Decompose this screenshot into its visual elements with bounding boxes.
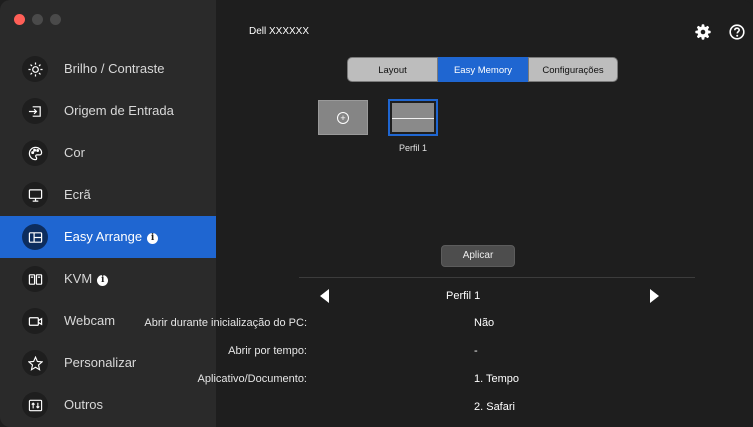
sidebar-item-kvm-text: KVM <box>64 271 93 286</box>
previous-profile-icon[interactable] <box>320 289 329 303</box>
sidebar-item-easy-arrange[interactable]: Easy Arrange i <box>0 216 216 258</box>
sidebar-item-display[interactable]: Ecrã <box>0 174 216 216</box>
tab-configuracoes[interactable]: Configurações <box>528 57 618 82</box>
kvm-icon <box>22 266 48 292</box>
close-window-button[interactable] <box>14 14 25 25</box>
add-profile-button[interactable]: + <box>318 100 368 135</box>
open-on-startup-value: Não <box>474 317 495 329</box>
input-source-icon <box>22 98 48 124</box>
apply-button[interactable]: Aplicar <box>441 245 515 267</box>
easy-arrange-icon <box>22 224 48 250</box>
sidebar-item-label: KVM i <box>64 271 109 286</box>
window-controls <box>14 14 61 25</box>
others-icon <box>22 392 48 418</box>
app-window: Brilho / Contraste Origem de Entrada Cor… <box>0 0 753 427</box>
app-item: 2. Safari <box>474 401 515 413</box>
sun-icon <box>22 56 48 82</box>
info-icon[interactable]: i <box>147 233 159 244</box>
divider <box>299 277 695 278</box>
info-icon[interactable]: i <box>97 275 109 286</box>
display-icon <box>22 182 48 208</box>
sidebar-item-personalize[interactable]: Personalizar <box>0 342 216 384</box>
tab-layout[interactable]: Layout <box>347 57 438 82</box>
sidebar-item-brightness[interactable]: Brilho / Contraste <box>0 48 216 90</box>
sidebar-item-kvm[interactable]: KVM i <box>0 258 216 300</box>
gear-icon[interactable] <box>695 24 711 40</box>
main-panel: Dell XXXXXX Layout Easy Memory Configura… <box>144 0 753 427</box>
sidebar-item-label: Ecrã <box>64 187 91 202</box>
webcam-icon <box>22 308 48 334</box>
tab-easy-memory[interactable]: Easy Memory <box>438 57 528 82</box>
sidebar-item-easy-arrange-text: Easy Arrange <box>64 229 143 244</box>
sidebar-item-others[interactable]: Outros <box>0 384 216 426</box>
star-icon <box>22 350 48 376</box>
profile-thumbnail[interactable] <box>388 99 438 136</box>
help-icon[interactable] <box>729 24 745 40</box>
open-on-startup-label: Abrir durante inicialização do PC: <box>144 317 307 329</box>
current-profile-name: Perfil 1 <box>446 290 481 302</box>
profile-layout-preview <box>392 103 434 132</box>
zoom-window-button[interactable] <box>50 14 61 25</box>
sidebar-item-label: Brilho / Contraste <box>64 61 165 76</box>
monitor-title: Dell XXXXXX <box>249 26 310 37</box>
add-icon: + <box>337 111 349 124</box>
palette-icon <box>22 140 48 166</box>
apps-label: Aplicativo/Documento: <box>197 373 307 385</box>
sidebar-item-label: Webcam <box>64 313 116 328</box>
minimize-window-button[interactable] <box>32 14 43 25</box>
sidebar-item-label: Cor <box>64 145 85 160</box>
tab-bar: Layout Easy Memory Configurações <box>347 57 618 82</box>
open-by-time-value: - <box>474 345 478 357</box>
sidebar-item-label: Personalizar <box>64 355 137 370</box>
sidebar-item-label: Easy Arrange i <box>64 229 159 244</box>
app-item: 1. Tempo <box>474 373 520 385</box>
open-by-time-label: Abrir por tempo: <box>228 345 307 357</box>
sidebar-item-label: Outros <box>64 397 104 412</box>
sidebar-item-label: Origem de Entrada <box>64 103 174 118</box>
sidebar: Brilho / Contraste Origem de Entrada Cor… <box>0 0 216 427</box>
next-profile-icon[interactable] <box>650 289 659 303</box>
profile-label: Perfil 1 <box>398 143 427 153</box>
sidebar-item-input-source[interactable]: Origem de Entrada <box>0 90 216 132</box>
sidebar-item-color[interactable]: Cor <box>0 132 216 174</box>
